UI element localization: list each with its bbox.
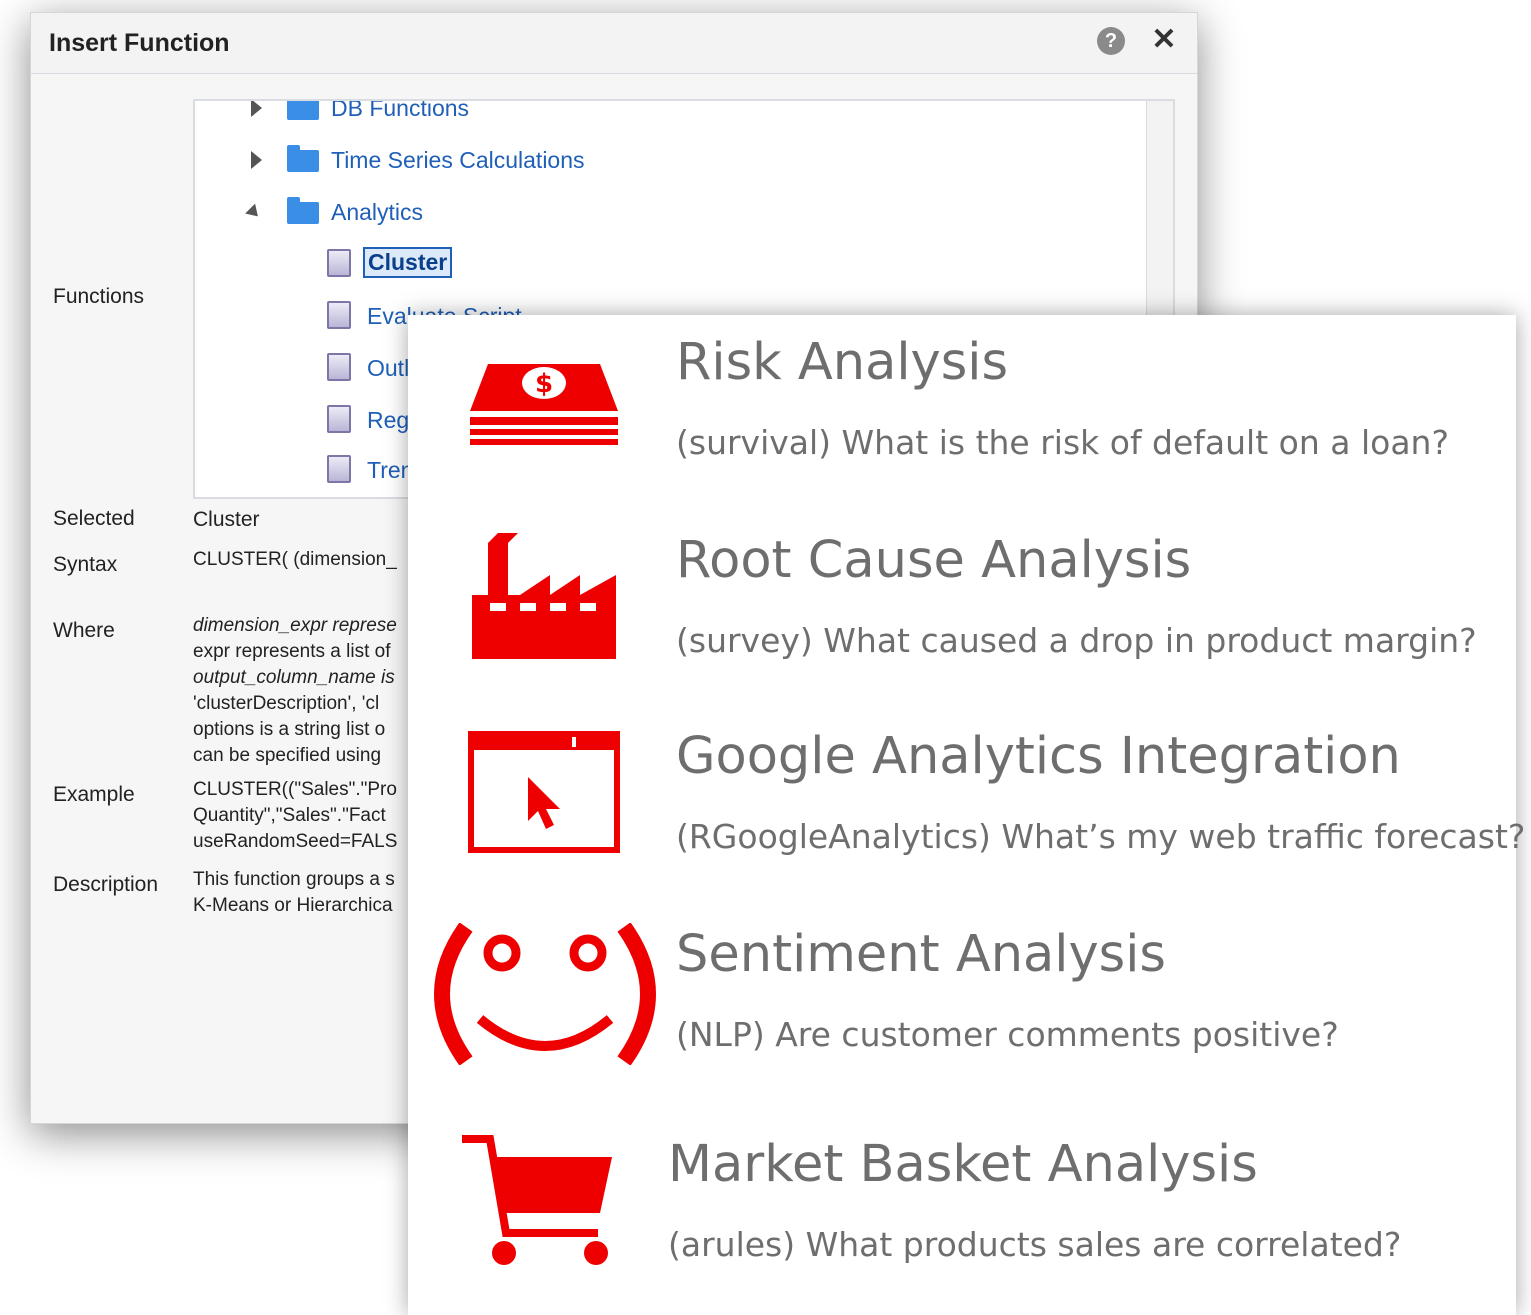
selected-value: Cluster	[193, 508, 260, 531]
tree-item-label: Tren	[367, 457, 414, 483]
close-icon[interactable]: ✕	[1149, 23, 1179, 57]
folder-icon	[287, 145, 319, 172]
item-subtitle: (NLP) Are customer comments positive?	[676, 1015, 1339, 1054]
tree-folder-db-functions[interactable]: DB Functions	[195, 99, 1135, 129]
help-icon[interactable]: ?	[1097, 27, 1125, 55]
item-title: Sentiment Analysis	[676, 925, 1166, 984]
item-title: Root Cause Analysis	[676, 531, 1192, 590]
item-title: Google Analytics Integration	[676, 727, 1401, 786]
where-label: Where	[53, 619, 115, 642]
example-line: useRandomSeed=FALS	[193, 831, 398, 852]
item-subtitle: (survival) What is the risk of default o…	[676, 423, 1449, 462]
expand-arrow-icon[interactable]	[251, 151, 262, 169]
description-line: K-Means or Hierarchica	[193, 895, 393, 916]
item-subtitle: (RGoogleAnalytics) What’s my web traffic…	[676, 817, 1526, 856]
where-line: output_column_name is	[193, 667, 395, 688]
tree-folder-time-series[interactable]: Time Series Calculations	[195, 141, 1135, 181]
function-icon	[327, 353, 351, 381]
tree-folder-analytics[interactable]: Analytics	[195, 193, 1135, 233]
example-line: CLUSTER(("Sales"."Pro	[193, 779, 397, 800]
item-subtitle: (arules) What products sales are correla…	[668, 1225, 1402, 1264]
expand-arrow-icon[interactable]	[251, 101, 262, 117]
item-subtitle: (survey) What caused a drop in product m…	[676, 621, 1477, 660]
where-line: expr represents a list of	[193, 641, 391, 662]
syntax-label: Syntax	[53, 553, 118, 576]
dialog-title: Insert Function	[49, 29, 230, 57]
description-line: This function groups a s	[193, 869, 395, 890]
item-title: Risk Analysis	[676, 333, 1009, 392]
functions-label: Functions	[53, 285, 145, 308]
svg-text:$: $	[535, 369, 553, 399]
where-line: options is a string list o	[193, 719, 386, 740]
money-stack-icon: $	[470, 364, 618, 445]
description-label: Description	[53, 873, 159, 896]
folder-icon	[287, 101, 319, 120]
tree-item-label: Reg	[367, 407, 410, 433]
browser-cursor-icon	[468, 731, 620, 853]
tree-item-label: Cluster	[363, 247, 453, 278]
syntax-value: CLUSTER( (dimension_	[193, 549, 397, 570]
tree-item-label: Outl	[367, 355, 410, 381]
tree-item-label: DB Functions	[331, 99, 470, 121]
tree-item-cluster[interactable]: Cluster	[195, 245, 1135, 285]
folder-icon	[287, 197, 319, 224]
function-icon	[327, 455, 351, 483]
item-title: Market Basket Analysis	[668, 1135, 1258, 1194]
example-label: Example	[53, 783, 135, 806]
function-icon	[327, 405, 351, 433]
function-icon	[327, 301, 351, 329]
tree-item-label: Analytics	[331, 199, 424, 225]
analytics-use-cases-card: $ Risk Analysis (survival) What is the r…	[408, 315, 1525, 1315]
shopping-cart-icon	[462, 1135, 612, 1265]
function-icon	[327, 249, 351, 277]
factory-icon	[472, 533, 616, 659]
smiley-icon	[434, 923, 656, 1065]
where-line: can be specified using	[193, 745, 382, 766]
selected-label: Selected	[53, 507, 135, 530]
where-line: dimension_expr represe	[193, 615, 397, 636]
example-line: Quantity","Sales"."Fact	[193, 805, 386, 826]
where-line: 'clusterDescription', 'cl	[193, 693, 380, 714]
tree-item-label: Time Series Calculations	[331, 147, 585, 173]
collapse-arrow-icon[interactable]	[245, 203, 263, 222]
dialog-header: Insert Function ? ✕	[31, 13, 1197, 74]
